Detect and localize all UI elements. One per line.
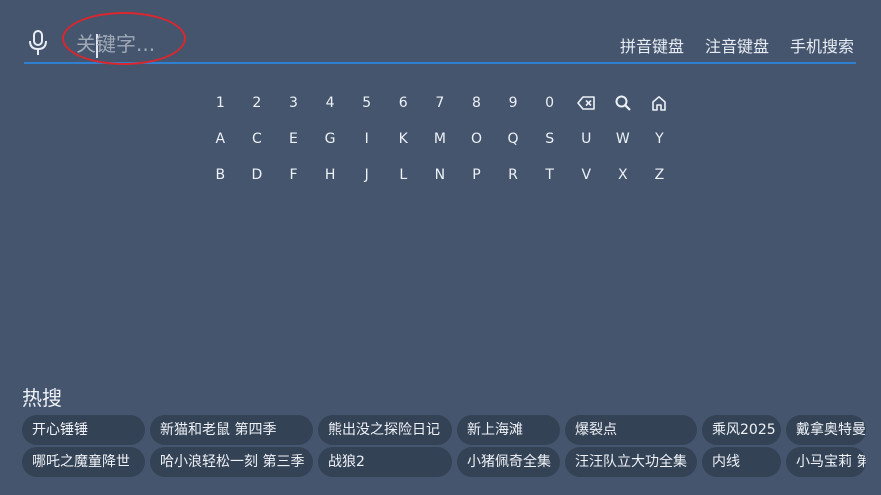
key-9[interactable]: 9 xyxy=(495,95,532,111)
pinyin-keyboard-button[interactable]: 拼音键盘 xyxy=(620,33,684,57)
key-w[interactable]: W xyxy=(605,131,642,147)
home-key[interactable] xyxy=(641,95,678,111)
home-icon xyxy=(652,96,667,111)
hot-search-chip[interactable]: 哈小浪轻松一刻 第三季 xyxy=(150,447,313,477)
key-i[interactable]: I xyxy=(348,131,385,147)
key-q[interactable]: Q xyxy=(495,131,532,147)
key-z[interactable]: Z xyxy=(641,167,678,183)
hot-search-chip[interactable]: 戴拿奥特曼 xyxy=(786,415,866,445)
hot-search-chip[interactable]: 小马宝莉 第 xyxy=(786,447,866,477)
key-l[interactable]: L xyxy=(385,167,422,183)
key-j[interactable]: J xyxy=(348,167,385,183)
hot-search-chip[interactable]: 熊出没之探险日记 xyxy=(318,415,452,445)
key-g[interactable]: G xyxy=(312,131,349,147)
key-0[interactable]: 0 xyxy=(531,95,568,111)
hot-search-chip[interactable]: 新猫和老鼠 第四季 xyxy=(150,415,313,445)
keyboard-row-letters-1: A C E G I K M O Q S U W Y xyxy=(202,121,678,157)
phone-search-button[interactable]: 手机搜索 xyxy=(790,33,854,57)
hot-search-chip[interactable]: 战狼2 xyxy=(318,447,452,477)
hot-search-row-1: 开心锤锤 新猫和老鼠 第四季 熊出没之探险日记 新上海滩 爆裂点 乘风2025 … xyxy=(22,415,866,445)
key-k[interactable]: K xyxy=(385,131,422,147)
microphone-icon[interactable] xyxy=(28,30,48,56)
key-p[interactable]: P xyxy=(458,167,495,183)
key-b[interactable]: B xyxy=(202,167,239,183)
keyboard-row-digits: 1 2 3 4 5 6 7 8 9 0 xyxy=(202,85,678,121)
key-f[interactable]: F xyxy=(275,167,312,183)
search-input[interactable] xyxy=(76,29,336,59)
key-4[interactable]: 4 xyxy=(312,95,349,111)
key-e[interactable]: E xyxy=(275,131,312,147)
key-n[interactable]: N xyxy=(422,167,459,183)
keyboard-row-letters-2: B D F H J L N P R T V X Z xyxy=(202,157,678,193)
backspace-key[interactable] xyxy=(568,96,605,110)
key-t[interactable]: T xyxy=(531,167,568,183)
hot-search-chip[interactable]: 开心锤锤 xyxy=(22,415,145,445)
hot-search-chip[interactable]: 内线 xyxy=(702,447,781,477)
hot-search-chip[interactable]: 小猪佩奇全集 xyxy=(457,447,560,477)
key-1[interactable]: 1 xyxy=(202,95,239,111)
key-x[interactable]: X xyxy=(605,167,642,183)
key-h[interactable]: H xyxy=(312,167,349,183)
key-o[interactable]: O xyxy=(458,131,495,147)
search-icon xyxy=(615,95,631,111)
hot-search-chip[interactable]: 爆裂点 xyxy=(565,415,697,445)
backspace-icon xyxy=(577,96,596,110)
letter-keyboard: 1 2 3 4 5 6 7 8 9 0 A C E G I K M O Q S … xyxy=(202,85,678,193)
key-3[interactable]: 3 xyxy=(275,95,312,111)
hot-search-chip[interactable]: 汪汪队立大功全集 xyxy=(565,447,697,477)
hot-search-chip[interactable]: 乘风2025 xyxy=(702,415,781,445)
key-a[interactable]: A xyxy=(202,131,239,147)
key-2[interactable]: 2 xyxy=(239,95,276,111)
hot-search-title: 热搜 xyxy=(22,386,62,410)
key-r[interactable]: R xyxy=(495,167,532,183)
key-m[interactable]: M xyxy=(422,131,459,147)
key-c[interactable]: C xyxy=(239,131,276,147)
zhuyin-keyboard-button[interactable]: 注音键盘 xyxy=(705,33,769,57)
key-d[interactable]: D xyxy=(239,167,276,183)
hot-search-row-2: 哪吒之魔童降世 哈小浪轻松一刻 第三季 战狼2 小猪佩奇全集 汪汪队立大功全集 … xyxy=(22,447,866,477)
hot-search-chip[interactable]: 哪吒之魔童降世 xyxy=(22,447,145,477)
key-6[interactable]: 6 xyxy=(385,95,422,111)
key-5[interactable]: 5 xyxy=(348,95,385,111)
hot-search-chip[interactable]: 新上海滩 xyxy=(457,415,560,445)
search-key[interactable] xyxy=(605,95,642,111)
input-mode-bar: 拼音键盘 注音键盘 手机搜索 xyxy=(620,33,854,57)
key-7[interactable]: 7 xyxy=(422,95,459,111)
key-8[interactable]: 8 xyxy=(458,95,495,111)
key-s[interactable]: S xyxy=(531,131,568,147)
key-u[interactable]: U xyxy=(568,131,605,147)
key-y[interactable]: Y xyxy=(641,131,678,147)
key-v[interactable]: V xyxy=(568,167,605,183)
